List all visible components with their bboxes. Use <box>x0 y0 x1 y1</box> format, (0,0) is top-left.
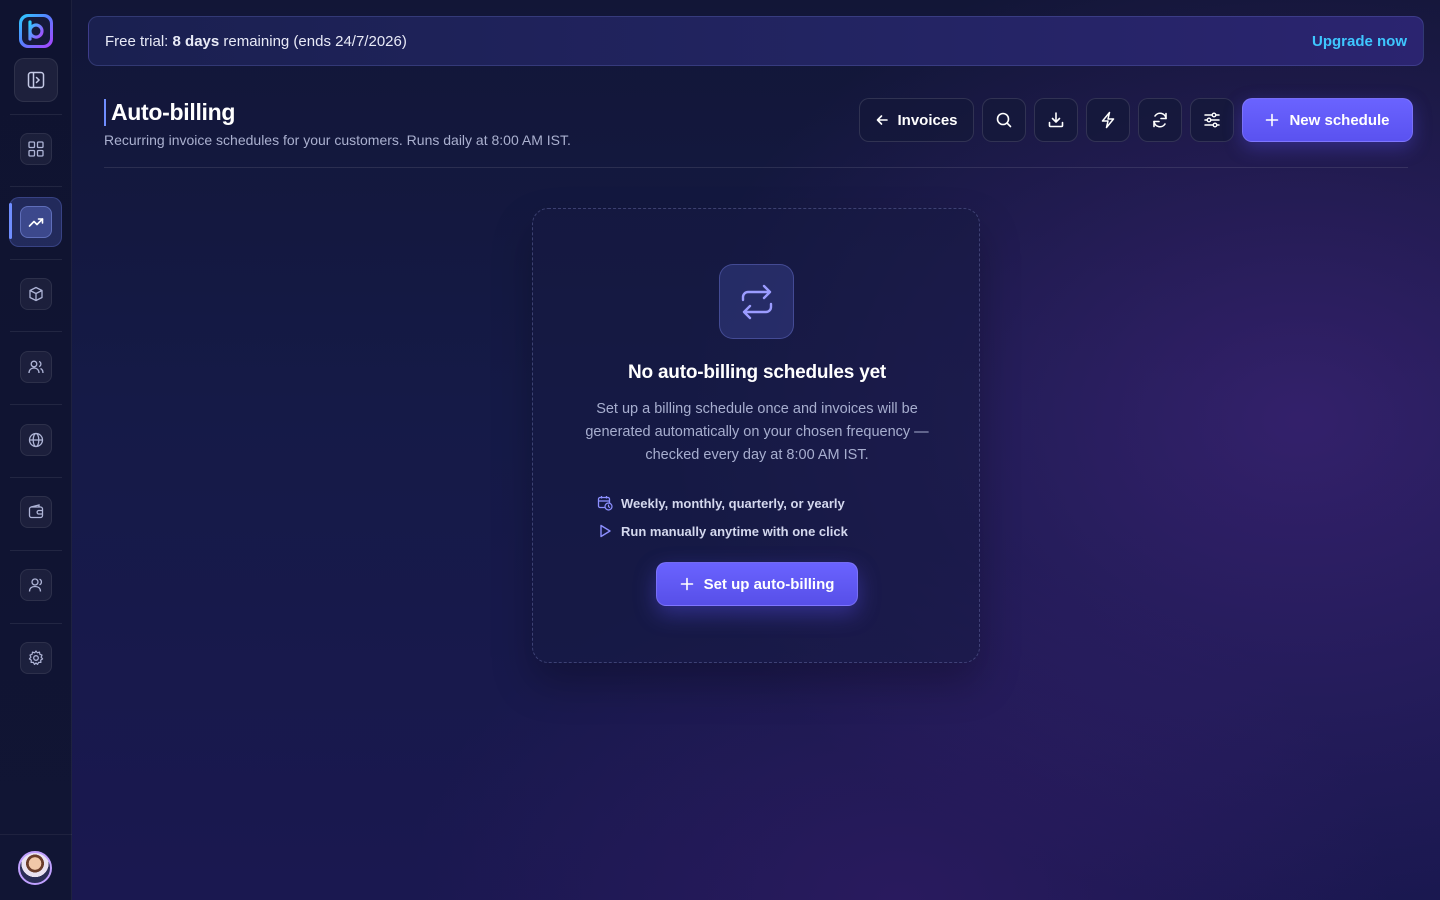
lightning-icon <box>1101 111 1115 129</box>
search-button[interactable] <box>982 98 1026 142</box>
empty-state-card: No auto-billing schedules yet Set up a b… <box>532 208 980 663</box>
trial-suffix: remaining (ends 24/7/2026) <box>219 32 407 50</box>
invoices-button-label: Invoices <box>897 111 958 129</box>
title-accent-bar <box>104 99 106 126</box>
sidebar-footer-divider <box>0 834 72 835</box>
repeat-icon <box>741 284 772 319</box>
sidebar-divider <box>10 550 62 551</box>
sidebar-item-products[interactable] <box>20 278 52 310</box>
feature-item: Run manually anytime with one click <box>597 517 848 545</box>
sidebar <box>0 0 72 900</box>
team-icon <box>28 578 43 592</box>
logo-mark <box>22 17 50 45</box>
sidebar-divider <box>10 623 62 624</box>
wallet-icon <box>28 504 44 519</box>
feature-list: Weekly, monthly, quarterly, or yearly Ru… <box>597 489 848 545</box>
sidebar-item-settings[interactable] <box>20 642 52 674</box>
page-title: Auto-billing <box>111 99 236 125</box>
logo-b-icon <box>28 20 44 41</box>
plus-icon <box>680 577 693 591</box>
upgrade-now-link[interactable]: Upgrade now <box>1312 33 1407 50</box>
feature-item: Weekly, monthly, quarterly, or yearly <box>597 489 848 517</box>
trial-banner: Free trial: 8 days remaining (ends 24/7/… <box>88 16 1424 66</box>
set-up-auto-billing-button[interactable]: Set up auto-billing <box>656 562 858 606</box>
header-divider <box>104 167 1408 168</box>
filters-button[interactable] <box>1190 98 1234 142</box>
sidebar-divider <box>10 404 62 405</box>
feature-text: Weekly, monthly, quarterly, or yearly <box>621 495 845 511</box>
refresh-icon <box>1153 112 1167 128</box>
empty-state-title: No auto-billing schedules yet <box>627 362 887 383</box>
trial-banner-text: Free trial: 8 days remaining (ends 24/7/… <box>105 33 407 50</box>
new-schedule-label: New schedule <box>1289 111 1390 129</box>
header-toolbar: Invoices New schedule <box>859 98 1413 142</box>
panel-toggle-icon <box>27 71 45 89</box>
search-icon <box>996 112 1012 128</box>
user-avatar[interactable] <box>18 851 52 885</box>
download-button[interactable] <box>1034 98 1078 142</box>
sidebar-item-team[interactable] <box>20 569 52 601</box>
sidebar-item-auto-billing[interactable] <box>20 206 52 238</box>
trial-days: 8 days <box>172 32 220 50</box>
trial-prefix: Free trial: <box>105 32 173 50</box>
sidebar-divider <box>10 331 62 332</box>
feature-text: Run manually anytime with one click <box>621 523 848 539</box>
plus-icon <box>1266 113 1279 127</box>
sidebar-item-web[interactable] <box>20 424 52 456</box>
box-icon <box>29 286 43 302</box>
sidebar-active-indicator <box>9 203 12 239</box>
refresh-button[interactable] <box>1138 98 1182 142</box>
sidebar-item-customers[interactable] <box>20 351 52 383</box>
empty-state-description: Set up a billing schedule once and invoi… <box>585 401 929 463</box>
sidebar-divider <box>10 186 62 187</box>
sidebar-divider <box>10 477 62 478</box>
run-now-button[interactable] <box>1086 98 1130 142</box>
trending-icon <box>28 218 44 227</box>
arrow-left-icon <box>877 115 889 125</box>
sidebar-toggle-button[interactable] <box>14 58 58 102</box>
empty-state-icon-tile <box>719 264 794 339</box>
sidebar-divider <box>10 114 62 115</box>
calendar-clock-icon <box>597 496 613 511</box>
app-logo[interactable] <box>19 14 53 48</box>
sidebar-item-dashboard[interactable] <box>20 133 52 165</box>
page-subtitle: Recurring invoice schedules for your cus… <box>104 132 571 148</box>
users-icon <box>28 360 44 374</box>
cta-label: Set up auto-billing <box>703 575 835 593</box>
download-icon <box>1048 112 1064 128</box>
sidebar-divider <box>10 259 62 260</box>
dashboard-icon <box>28 141 44 157</box>
sliders-icon <box>1204 112 1220 128</box>
gear-icon <box>28 650 44 665</box>
play-icon <box>600 524 611 538</box>
sidebar-item-wallet[interactable] <box>20 496 52 528</box>
new-schedule-button[interactable]: New schedule <box>1242 98 1413 142</box>
back-to-invoices-button[interactable]: Invoices <box>859 98 974 142</box>
globe-icon <box>28 432 44 448</box>
